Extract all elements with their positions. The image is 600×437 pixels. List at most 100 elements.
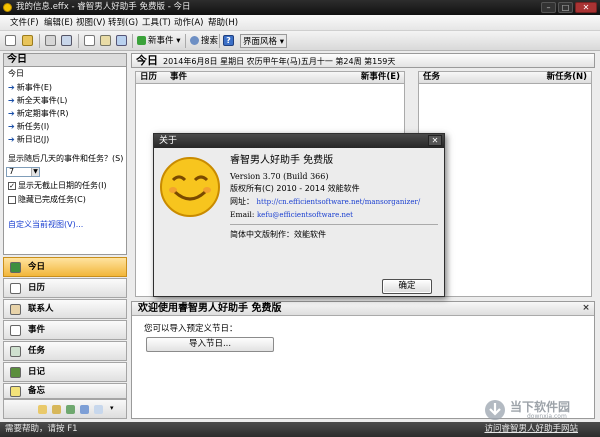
title-bar: 我的信息.effx - 睿智男人好助手 免费版 - 今日 – □ ✕ <box>0 0 600 15</box>
main-header: 今日 2014年6月8日 星期日 农历甲午年(马)五月十一 第24周 第159天 <box>131 53 595 68</box>
email-row: Email: kefu@efficientsoftware.net <box>230 210 353 219</box>
days-select[interactable]: 7 ▼ <box>6 167 40 177</box>
help-icon[interactable]: ? <box>223 35 234 46</box>
new-allday-event-link[interactable]: ➔ 新全天事件(L) <box>8 95 67 106</box>
ok-button[interactable]: 确定 <box>382 279 432 294</box>
toolbar-separator <box>219 34 220 48</box>
menu-bar: 文件(F) 编辑(E) 视图(V) 转到(G) 工具(T) 动作(A) 帮助(H… <box>0 15 600 31</box>
notes-mini-icon[interactable] <box>38 405 47 414</box>
search-mini-icon[interactable] <box>80 405 89 414</box>
visit-website-link[interactable]: 访问睿智男人好助手网站 <box>484 422 578 437</box>
menu-view[interactable]: 视图(V) <box>76 17 105 29</box>
menu-tools[interactable]: 工具(T) <box>142 17 171 29</box>
copyright-text: 版权所有(C) 2010 - 2014 效能软件 <box>230 184 360 193</box>
close-icon[interactable]: × <box>581 304 591 313</box>
show-undated-checkbox[interactable]: ✓ 显示无截止日期的任务(I) <box>8 180 107 191</box>
new-event-button[interactable]: 新事件 ▾ <box>135 34 182 48</box>
status-help-text: 需要帮助，请按 F1 <box>5 424 78 434</box>
menu-help[interactable]: 帮助(H) <box>208 17 238 29</box>
new-task-header-link[interactable]: 新任务(N) <box>547 72 587 83</box>
toolbar-separator <box>78 34 79 48</box>
search-button[interactable]: 搜索 <box>188 34 220 48</box>
version-text: Version 3.70 (Build 366) <box>230 172 329 181</box>
nav-mini-toolbar: ▾ <box>3 399 127 419</box>
days-question-label: 显示随后几天的事件和任务？(S) <box>8 154 124 163</box>
copy-icon[interactable] <box>84 35 95 46</box>
nav-today[interactable]: 今日 <box>3 257 127 277</box>
calendar-icon <box>10 283 21 294</box>
maximize-button[interactable]: □ <box>558 2 573 13</box>
nav-notes[interactable]: 备忘 <box>3 383 127 399</box>
checkbox-icon <box>8 195 16 204</box>
undo-icon[interactable] <box>116 35 127 46</box>
minimize-button[interactable]: – <box>541 2 556 13</box>
import-holidays-button[interactable]: 导入节日... <box>146 337 274 352</box>
arrow-right-icon: ➔ <box>8 96 15 105</box>
website-row: 网址： http://cn.efficientsoftware.net/mans… <box>230 197 421 206</box>
menu-actions[interactable]: 动作(A) <box>174 17 203 29</box>
skin-button[interactable]: 界面风格 ▾ <box>240 34 287 48</box>
notes-icon <box>10 386 21 397</box>
nav-contacts[interactable]: 联系人 <box>3 299 127 319</box>
toolbar-separator <box>39 34 40 48</box>
window-title: 我的信息.effx - 睿智男人好助手 免费版 - 今日 <box>16 2 191 12</box>
hide-completed-checkbox[interactable]: 隐藏已完成任务(C) <box>8 194 86 205</box>
nav-tasks[interactable]: 任务 <box>3 341 127 361</box>
tasks-icon <box>10 346 21 357</box>
contacts-mini-icon[interactable] <box>52 405 61 414</box>
arrow-right-icon: ➔ <box>8 135 15 144</box>
toolbar-separator <box>132 34 133 48</box>
checkbox-checked-icon: ✓ <box>8 181 16 190</box>
about-dialog: 关于 ✕ 睿智男人好助手 免费版 Version 3.70 (Build 366… <box>153 133 445 297</box>
menu-file[interactable]: 文件(F) <box>10 17 39 29</box>
nav-journal[interactable]: 日记 <box>3 362 127 382</box>
localization-text: 简体中文版制作：效能软件 <box>230 230 326 239</box>
calendar-events-header: 日历 事件 新事件(E) <box>135 71 405 84</box>
chevron-down-icon[interactable]: ▾ <box>110 404 114 412</box>
toolbar-separator <box>185 34 186 48</box>
plus-icon <box>137 36 146 45</box>
date-info: 2014年6月8日 星期日 农历甲午年(马)五月十一 第24周 第159天 <box>163 57 396 66</box>
page-title: 今日 <box>136 54 158 67</box>
dialog-title: 关于 <box>154 134 444 148</box>
today-icon <box>10 262 21 273</box>
nav-events[interactable]: 事件 <box>3 320 127 340</box>
cut-icon[interactable] <box>61 35 72 46</box>
dialog-divider <box>230 224 438 225</box>
new-doc-icon[interactable] <box>5 35 16 46</box>
smiley-logo-icon <box>160 157 220 217</box>
tasks-header: 任务 新任务(N) <box>418 71 592 84</box>
new-task-link[interactable]: ➔ 新任务(I) <box>8 121 49 132</box>
app-window: 我的信息.effx - 睿智男人好助手 免费版 - 今日 – □ ✕ 文件(F) 编… <box>0 0 600 437</box>
search-icon <box>190 36 199 45</box>
email-link[interactable]: kefu@efficientsoftware.net <box>257 211 353 219</box>
left-pane: 今日 ➔ 新事件(E) ➔ 新全天事件(L) ➔ 新定期事件(R) ➔ 新任务(I) ➔… <box>3 67 127 255</box>
contacts-icon <box>10 304 21 315</box>
close-window-button[interactable]: ✕ <box>575 2 597 13</box>
menu-goto[interactable]: 转到(G) <box>108 17 138 29</box>
arrow-right-icon: ➔ <box>8 83 15 92</box>
print-icon[interactable] <box>45 35 56 46</box>
arrow-right-icon: ➔ <box>8 109 15 118</box>
new-recurring-event-link[interactable]: ➔ 新定期事件(R) <box>8 108 69 119</box>
calendar-mini-icon[interactable] <box>94 405 103 414</box>
menu-edit[interactable]: 编辑(E) <box>44 17 73 29</box>
new-journal-link[interactable]: ➔ 新日记(J) <box>8 134 49 145</box>
new-event-link[interactable]: ➔ 新事件(E) <box>8 82 52 93</box>
toolbar: 新事件 ▾ 搜索 ? 界面风格 ▾ <box>0 31 600 51</box>
watermark: 当下软件园 downxia.com <box>483 398 599 422</box>
events-icon <box>10 325 21 336</box>
welcome-title: 欢迎使用睿智男人好助手 免费版 <box>132 302 594 316</box>
new-event-header-link[interactable]: 新事件(E) <box>361 72 400 83</box>
left-pane-title: 今日 <box>3 53 127 67</box>
customize-view-link[interactable]: 自定义当前视图(V)... <box>8 219 83 230</box>
paste-icon[interactable] <box>100 35 111 46</box>
nav-calendar[interactable]: 日历 <box>3 278 127 298</box>
dialog-close-button[interactable]: ✕ <box>428 135 442 146</box>
open-folder-icon[interactable] <box>22 35 33 46</box>
left-pane-section: 今日 <box>8 69 24 78</box>
website-link[interactable]: http://cn.efficientsoftware.net/mansorga… <box>257 198 421 206</box>
app-icon <box>3 3 12 12</box>
journal-icon <box>10 367 21 378</box>
tasks-mini-icon[interactable] <box>66 405 75 414</box>
